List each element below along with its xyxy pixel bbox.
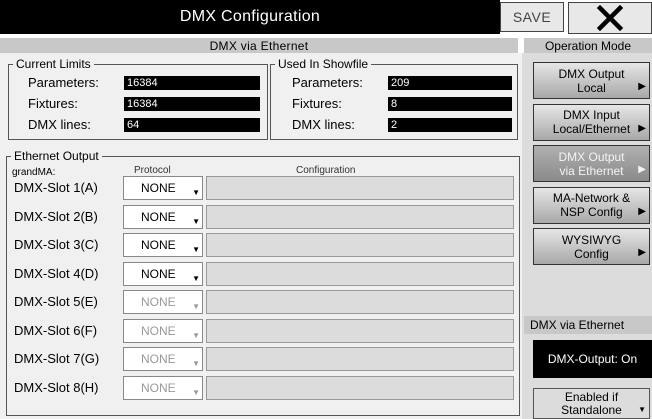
mode-button-line1: DMX Input xyxy=(563,108,620,122)
slot-label: DMX-Slot 7(G) xyxy=(14,351,100,366)
enabled-if-standalone-button[interactable]: Enabled if Standalone ▼ xyxy=(533,388,650,419)
slot-protocol-select[interactable]: NONE ▼ xyxy=(123,318,203,343)
enabled-line1: Enabled if xyxy=(564,389,619,404)
chevron-down-icon: ▼ xyxy=(192,216,200,226)
cl-dmx-lines-label: DMX lines: xyxy=(28,117,91,132)
save-button[interactable]: SAVE xyxy=(500,2,564,32)
mode-button[interactable]: DMX Input Local/Ethernet ▶ xyxy=(533,103,650,141)
mode-button[interactable]: WYSIWYG Config ▶ xyxy=(533,228,650,265)
slot-label: DMX-Slot 6(F) xyxy=(14,322,98,338)
close-button[interactable] xyxy=(568,2,652,34)
mode-button-line1: WYSIWYG xyxy=(561,232,622,247)
protocol-value: NONE xyxy=(141,238,176,252)
chevron-down-icon: ▼ xyxy=(638,405,646,414)
ethernet-output-legend: Ethernet Output xyxy=(14,149,99,163)
chevron-down-icon: ▼ xyxy=(192,359,200,368)
slot-configuration-field[interactable] xyxy=(206,261,514,286)
uis-parameters-value: 209 xyxy=(388,76,512,90)
uis-dmx-lines-label: DMX lines: xyxy=(292,117,355,132)
triangle-right-icon: ▶ xyxy=(638,247,646,258)
slot-configuration-field[interactable] xyxy=(206,290,514,314)
cl-fixtures-value: 16384 xyxy=(124,97,260,111)
protocol-value: NONE xyxy=(141,295,176,309)
mode-button-line2: Local/Ethernet xyxy=(552,122,631,136)
triangle-right-icon: ▶ xyxy=(638,122,646,134)
mode-button[interactable]: DMX Output via Ethernet ▶ xyxy=(533,145,650,182)
protocol-value: NONE xyxy=(141,323,176,338)
protocol-column-header: Protocol xyxy=(134,165,171,176)
mode-button-line1: MA-Network & xyxy=(552,191,631,205)
slot-configuration-field[interactable] xyxy=(206,233,514,257)
slot-label: DMX-Slot 1(A) xyxy=(14,180,98,195)
protocol-value: NONE xyxy=(141,266,176,281)
slot-protocol-select[interactable]: NONE ▼ xyxy=(123,204,203,229)
grandma-label: grandMA: xyxy=(12,167,56,178)
slot-configuration-field[interactable] xyxy=(206,347,514,371)
protocol-value: NONE xyxy=(141,181,176,195)
slot-configuration-field[interactable] xyxy=(206,176,514,200)
chevron-down-icon: ▼ xyxy=(192,330,200,340)
protocol-value: NONE xyxy=(141,380,176,395)
slot-protocol-select[interactable]: NONE ▼ xyxy=(123,233,203,257)
triangle-right-icon: ▶ xyxy=(638,81,646,92)
mode-button[interactable]: MA-Network & NSP Config ▶ xyxy=(533,186,650,224)
cl-parameters-label: Parameters: xyxy=(28,75,99,90)
slot-label: DMX-Slot 8(H) xyxy=(14,379,99,395)
close-icon xyxy=(596,5,624,31)
slot-configuration-field[interactable] xyxy=(206,318,514,343)
chevron-down-icon: ▼ xyxy=(192,188,200,197)
cl-parameters-value: 16384 xyxy=(124,76,260,90)
slot-protocol-select[interactable]: NONE ▼ xyxy=(123,290,203,314)
uis-parameters-label: Parameters: xyxy=(292,75,363,90)
triangle-right-icon: ▶ xyxy=(638,164,646,175)
dmx-output-status: DMX-Output: On xyxy=(533,340,652,378)
slot-label: DMX-Slot 5(E) xyxy=(14,294,98,309)
chevron-down-icon: ▼ xyxy=(192,245,200,254)
chevron-down-icon: ▼ xyxy=(192,387,200,397)
current-limits-legend: Current Limits xyxy=(16,57,91,71)
cl-dmx-lines-value: 64 xyxy=(124,118,260,132)
slot-protocol-select[interactable]: NONE ▼ xyxy=(123,375,203,400)
uis-fixtures-value: 8 xyxy=(388,97,512,111)
mode-button-line1: DMX Output xyxy=(558,66,625,81)
mode-button-line2: NSP Config xyxy=(560,205,623,219)
dmx-via-ethernet-header: DMX via Ethernet xyxy=(524,316,652,334)
chevron-down-icon: ▼ xyxy=(192,273,200,283)
slot-configuration-field[interactable] xyxy=(206,204,514,229)
uis-dmx-lines-value: 2 xyxy=(388,118,512,132)
configuration-column-header: Configuration xyxy=(296,165,356,176)
chevron-down-icon: ▼ xyxy=(192,302,200,311)
mode-button-line2: Local xyxy=(577,80,606,95)
mode-button-line1: DMX Output xyxy=(558,149,625,164)
slot-protocol-select[interactable]: NONE ▼ xyxy=(123,347,203,371)
slot-label: DMX-Slot 3(C) xyxy=(14,237,99,252)
window-title: DMX Configuration xyxy=(0,0,500,34)
slot-protocol-select[interactable]: NONE ▼ xyxy=(123,261,203,286)
slot-label: DMX-Slot 2(B) xyxy=(14,208,98,224)
protocol-value: NONE xyxy=(141,209,176,224)
uis-fixtures-label: Fixtures: xyxy=(292,96,342,111)
slot-protocol-select[interactable]: NONE ▼ xyxy=(123,176,203,200)
cl-fixtures-label: Fixtures: xyxy=(28,96,78,111)
mode-button[interactable]: DMX Output Local ▶ xyxy=(533,62,650,99)
mode-button-line2: Config xyxy=(574,246,609,261)
enabled-line2: Standalone xyxy=(561,402,622,417)
slot-label: DMX-Slot 4(D) xyxy=(14,265,99,281)
used-in-showfile-legend: Used In Showfile xyxy=(278,57,369,71)
mode-button-line2: via Ethernet xyxy=(559,163,624,178)
operation-mode-header: Operation Mode xyxy=(524,38,652,53)
triangle-right-icon: ▶ xyxy=(638,205,646,217)
slot-configuration-field[interactable] xyxy=(206,375,514,400)
protocol-value: NONE xyxy=(141,352,176,366)
section-header: DMX via Ethernet xyxy=(0,38,518,53)
